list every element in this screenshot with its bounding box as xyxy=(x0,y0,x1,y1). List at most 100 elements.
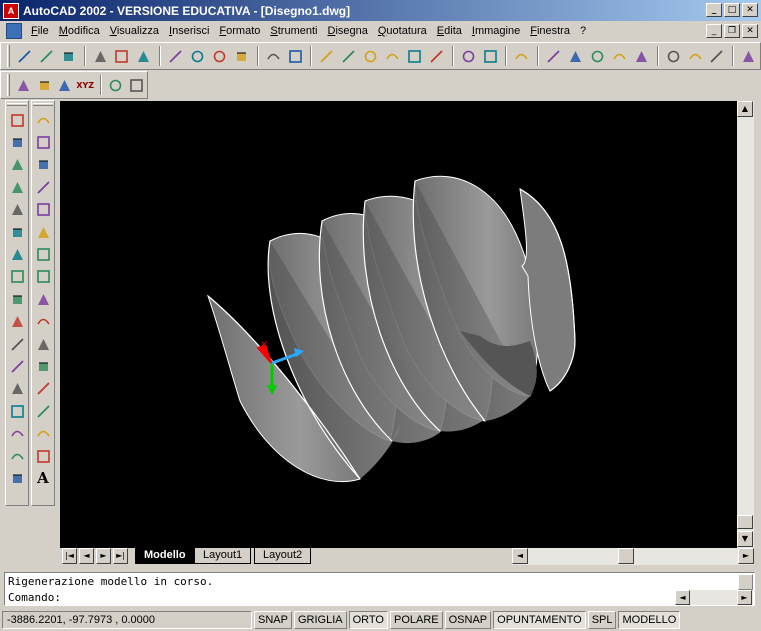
stretch-button[interactable] xyxy=(6,288,28,310)
region-button[interactable] xyxy=(32,445,54,467)
match-properties-button[interactable] xyxy=(231,45,252,67)
save-button[interactable] xyxy=(58,45,79,67)
menu-item-disegna[interactable]: Disegna xyxy=(322,21,372,41)
array-button[interactable] xyxy=(6,199,28,221)
trim-button[interactable] xyxy=(6,333,28,355)
horizontal-scrollbar[interactable]: ◄ ► xyxy=(512,548,754,565)
command-scroll-right-button[interactable]: ► xyxy=(737,590,752,605)
point-button[interactable] xyxy=(32,400,54,422)
hatch-button[interactable] xyxy=(32,422,54,444)
erase-button[interactable] xyxy=(6,109,28,131)
menu-item-immagine[interactable]: Immagine xyxy=(467,21,525,41)
vertical-scroll-thumb[interactable] xyxy=(737,515,753,529)
grid-toggle[interactable]: GRIGLIA xyxy=(293,611,347,629)
tab-layout2[interactable]: Layout2 xyxy=(254,548,312,564)
toolbar-grip[interactable] xyxy=(7,74,10,96)
markup-button[interactable] xyxy=(426,45,447,67)
rotate-button[interactable] xyxy=(6,243,28,265)
ellipse-button[interactable] xyxy=(32,311,54,333)
palette-grip[interactable] xyxy=(33,103,53,106)
copy-object-button[interactable] xyxy=(6,131,28,153)
aerial-view-button[interactable] xyxy=(511,45,532,67)
cut-button[interactable] xyxy=(165,45,186,67)
design-center-button[interactable] xyxy=(316,45,337,67)
new-button[interactable] xyxy=(14,45,35,67)
maximize-button[interactable]: □ xyxy=(724,3,740,17)
command-prompt[interactable]: Comando: xyxy=(8,591,61,604)
command-scroll-button[interactable] xyxy=(738,574,753,590)
pan-button[interactable] xyxy=(565,45,586,67)
move-button[interactable] xyxy=(6,221,28,243)
today-button[interactable] xyxy=(360,45,381,67)
break-button[interactable] xyxy=(6,378,28,400)
hyperlink-button[interactable] xyxy=(338,45,359,67)
zoom-realtime-button[interactable] xyxy=(587,45,608,67)
make-block-button[interactable] xyxy=(32,378,54,400)
break-at-point-button[interactable] xyxy=(6,400,28,422)
tab-next-button[interactable]: ► xyxy=(96,548,111,564)
ucs-world-button[interactable] xyxy=(480,45,501,67)
polyline-button[interactable] xyxy=(32,176,54,198)
fillet-button[interactable] xyxy=(6,445,28,467)
properties-button[interactable] xyxy=(663,45,684,67)
lineweight-toggle[interactable]: SPL xyxy=(587,611,617,629)
redo-button[interactable] xyxy=(285,45,306,67)
xyz-button[interactable]: XYZ xyxy=(75,74,95,96)
command-horizontal-scrollbar[interactable]: ◄ ► xyxy=(675,590,753,605)
3d-orbit-button[interactable] xyxy=(543,45,564,67)
explode-button[interactable] xyxy=(6,467,28,489)
arc-button[interactable] xyxy=(32,243,54,265)
menu-item-visualizza[interactable]: Visualizza xyxy=(105,21,164,41)
menu-item-file[interactable]: File xyxy=(26,21,54,41)
menu-item-quotatura[interactable]: Quotatura xyxy=(373,21,432,41)
open-button[interactable] xyxy=(36,45,57,67)
copy-button[interactable] xyxy=(187,45,208,67)
tab-prev-button[interactable]: ◄ xyxy=(79,548,94,564)
scroll-right-button[interactable]: ► xyxy=(738,548,754,564)
layer-previous-button[interactable] xyxy=(34,74,54,96)
extend-button[interactable] xyxy=(6,355,28,377)
spline-button[interactable] xyxy=(32,288,54,310)
dim-style-button[interactable] xyxy=(126,74,146,96)
scroll-left-button[interactable]: ◄ xyxy=(512,548,528,564)
circle-button[interactable] xyxy=(32,266,54,288)
insert-block-button[interactable] xyxy=(32,355,54,377)
ortho-toggle[interactable]: ORTO xyxy=(348,611,388,629)
menu-item-formato[interactable]: Formato xyxy=(214,21,265,41)
menu-item-strumenti[interactable]: Strumenti xyxy=(265,21,322,41)
command-window[interactable]: Rigenerazione modello in corso. Comando:… xyxy=(4,572,755,606)
help-button[interactable] xyxy=(738,45,759,67)
scale-button[interactable] xyxy=(6,266,28,288)
line-button[interactable] xyxy=(32,109,54,131)
zoom-previous-button[interactable] xyxy=(631,45,652,67)
polar-toggle[interactable]: POLARE xyxy=(389,611,443,629)
minimize-button[interactable]: _ xyxy=(706,3,722,17)
menu-item-inserisci[interactable]: Inserisci xyxy=(164,21,214,41)
doc-minimize-button[interactable]: _ xyxy=(706,24,722,38)
drawing-area[interactable]: × xyxy=(60,101,737,548)
model-space-toggle[interactable]: MODELLO xyxy=(618,611,681,629)
paste-button[interactable] xyxy=(209,45,230,67)
command-scroll-left-button[interactable]: ◄ xyxy=(675,590,690,605)
rectangle-button[interactable] xyxy=(32,221,54,243)
scroll-down-button[interactable]: ▼ xyxy=(737,531,753,547)
multiline-button[interactable] xyxy=(32,154,54,176)
menu-item-modifica[interactable]: Modifica xyxy=(54,21,105,41)
polygon-button[interactable] xyxy=(32,199,54,221)
undo-button[interactable] xyxy=(263,45,284,67)
ucs-button[interactable] xyxy=(458,45,479,67)
doc-restore-button[interactable]: ❐ xyxy=(724,24,740,38)
tab-last-button[interactable]: ►| xyxy=(113,548,128,564)
lengthen-button[interactable] xyxy=(6,311,28,333)
layer-manager-button[interactable] xyxy=(14,74,34,96)
otrack-toggle[interactable]: OPUNTAMENTO xyxy=(493,611,586,629)
tab-first-button[interactable]: |◄ xyxy=(62,548,77,564)
layer-state-button[interactable] xyxy=(55,74,75,96)
document-icon[interactable] xyxy=(6,23,22,39)
construction-line-button[interactable] xyxy=(32,131,54,153)
toolbar-grip[interactable] xyxy=(7,45,10,67)
dbconnect-button[interactable] xyxy=(706,45,727,67)
menu-item-help[interactable]: ? xyxy=(575,21,591,41)
chamfer-button[interactable] xyxy=(6,422,28,444)
offset-button[interactable] xyxy=(6,176,28,198)
